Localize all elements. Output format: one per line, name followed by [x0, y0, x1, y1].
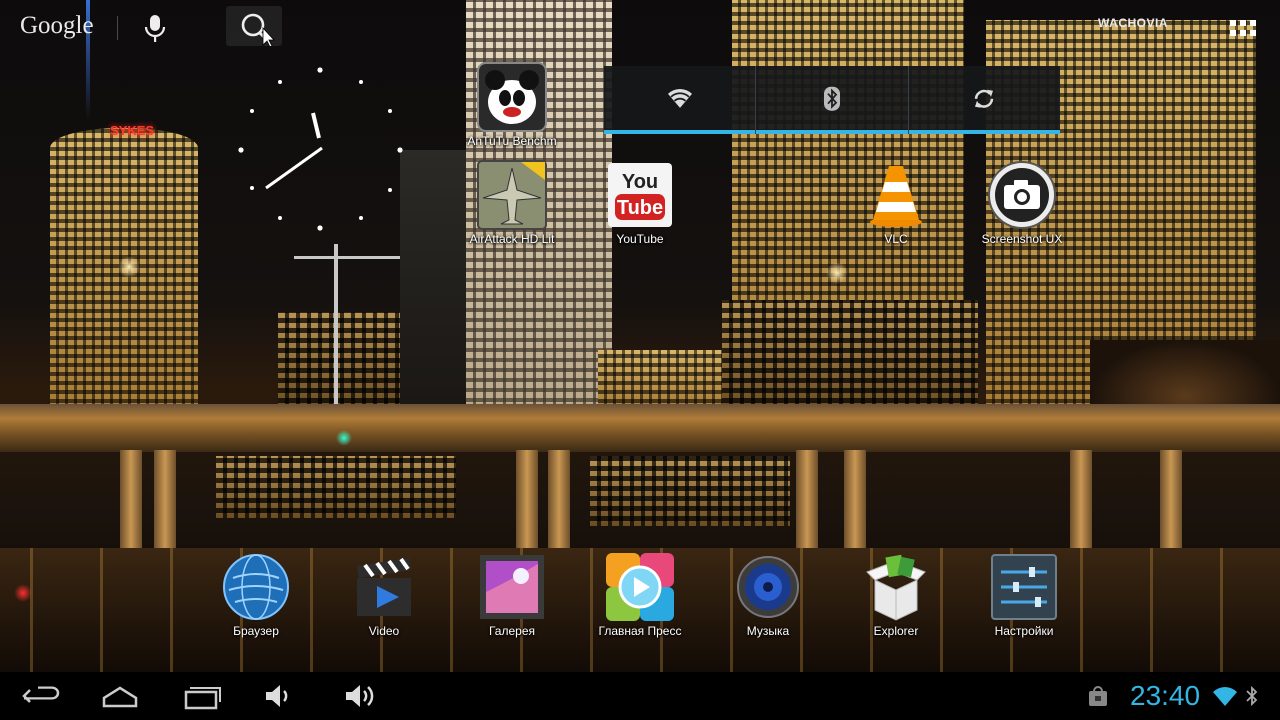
low-building	[598, 350, 722, 408]
analog-clock-widget[interactable]	[230, 60, 410, 240]
wifi-icon	[667, 88, 692, 108]
center-annex	[722, 300, 978, 408]
gallery-icon	[477, 552, 547, 622]
status-clock[interactable]: 23:40	[1130, 680, 1200, 712]
divider	[117, 16, 118, 40]
app-label: Галерея	[488, 624, 536, 638]
google-search-bar[interactable]: Google	[0, 0, 300, 56]
sliders-icon	[989, 552, 1059, 622]
speaker-icon	[733, 552, 803, 622]
camera-icon	[987, 160, 1057, 230]
minute-hand	[265, 146, 323, 190]
dock-app-gallery[interactable]: Галерея	[464, 552, 560, 642]
svg-text:You: You	[622, 171, 658, 193]
dock-app-press-home[interactable]: Главная Пресс	[592, 552, 688, 642]
app-label: Музыка	[746, 624, 790, 638]
volume-down-icon	[266, 685, 288, 707]
home-button[interactable]	[92, 680, 152, 712]
box-icon	[861, 552, 931, 622]
app-label: YouTube	[616, 232, 664, 246]
crane-arm	[294, 256, 400, 259]
antutu-icon	[477, 62, 547, 132]
app-screenshot-ux[interactable]: Screenshot UX	[974, 160, 1070, 250]
sync-toggle[interactable]	[908, 66, 1061, 134]
app-label: AirAttack HD Lit	[469, 232, 555, 246]
app-youtube[interactable]: You Tube YouTube	[592, 160, 688, 250]
bluetooth-status-icon	[1244, 684, 1260, 708]
app-label: Explorer	[873, 624, 919, 638]
app-label: Главная Пресс	[598, 624, 682, 638]
mouse-cursor-icon	[262, 26, 275, 48]
trees	[1090, 340, 1280, 410]
all-apps-button[interactable]	[1226, 14, 1262, 44]
dock-app-browser[interactable]: Браузер	[208, 552, 304, 642]
system-bar: 23:40	[0, 672, 1280, 720]
wifi-toggle[interactable]	[604, 66, 757, 134]
app-label: Video	[368, 624, 400, 638]
recent-apps-icon	[184, 687, 221, 710]
teal-light	[336, 430, 352, 446]
google-logo[interactable]: Google	[20, 12, 94, 40]
clapperboard-icon	[349, 552, 419, 622]
crane-mast	[334, 244, 338, 404]
dock-app-settings[interactable]: Настройки	[976, 552, 1072, 642]
play-icon	[605, 552, 675, 622]
svg-text:Tube: Tube	[617, 197, 663, 219]
street-light	[826, 262, 848, 284]
bridge	[0, 404, 1280, 452]
home-icon	[102, 686, 138, 708]
vlc-icon	[861, 160, 931, 230]
recent-apps-button[interactable]	[172, 680, 232, 712]
search-button[interactable]	[226, 6, 282, 48]
app-vlc[interactable]: VLC	[848, 160, 944, 250]
volume-down-button[interactable]	[252, 680, 312, 712]
sykes-sign: SYKES	[110, 123, 155, 138]
dock-app-music[interactable]: Музыка	[720, 552, 816, 642]
bluetooth-toggle[interactable]	[756, 66, 909, 134]
construction-building	[278, 312, 402, 408]
app-label: VLC	[884, 232, 908, 246]
hour-hand	[311, 112, 321, 139]
lower-building	[216, 456, 456, 518]
bluetooth-icon	[823, 86, 840, 111]
back-icon	[22, 686, 60, 703]
street-light	[118, 256, 140, 278]
volume-up-icon	[346, 685, 374, 707]
airattack-icon	[477, 160, 547, 230]
app-label: AnTuTu Benchm	[467, 134, 557, 148]
grid-icon	[1230, 20, 1256, 36]
app-label: Screenshot UX	[981, 232, 1063, 246]
app-antutu[interactable]: AnTuTu Benchm	[464, 62, 560, 152]
sync-icon	[975, 89, 994, 108]
app-airattack[interactable]: AirAttack HD Lit	[464, 160, 560, 250]
app-label: Браузер	[233, 624, 279, 638]
app-label: Настройки	[994, 624, 1054, 638]
youtube-icon: You Tube	[605, 160, 675, 230]
volume-up-button[interactable]	[334, 680, 394, 712]
globe-icon	[221, 552, 291, 622]
search-icon	[241, 13, 275, 48]
dock-app-video[interactable]: Video	[336, 552, 432, 642]
lower-building	[590, 456, 790, 526]
red-light	[14, 584, 32, 602]
wachovia-sign: WACHOVIA	[1098, 16, 1168, 30]
mic-icon[interactable]	[140, 12, 170, 44]
back-button[interactable]	[14, 680, 74, 712]
dock-app-explorer[interactable]: Explorer	[848, 552, 944, 642]
wifi-status-icon	[1212, 686, 1238, 708]
store-notification-icon[interactable]	[1086, 684, 1110, 708]
quick-settings-widget	[604, 66, 1061, 134]
